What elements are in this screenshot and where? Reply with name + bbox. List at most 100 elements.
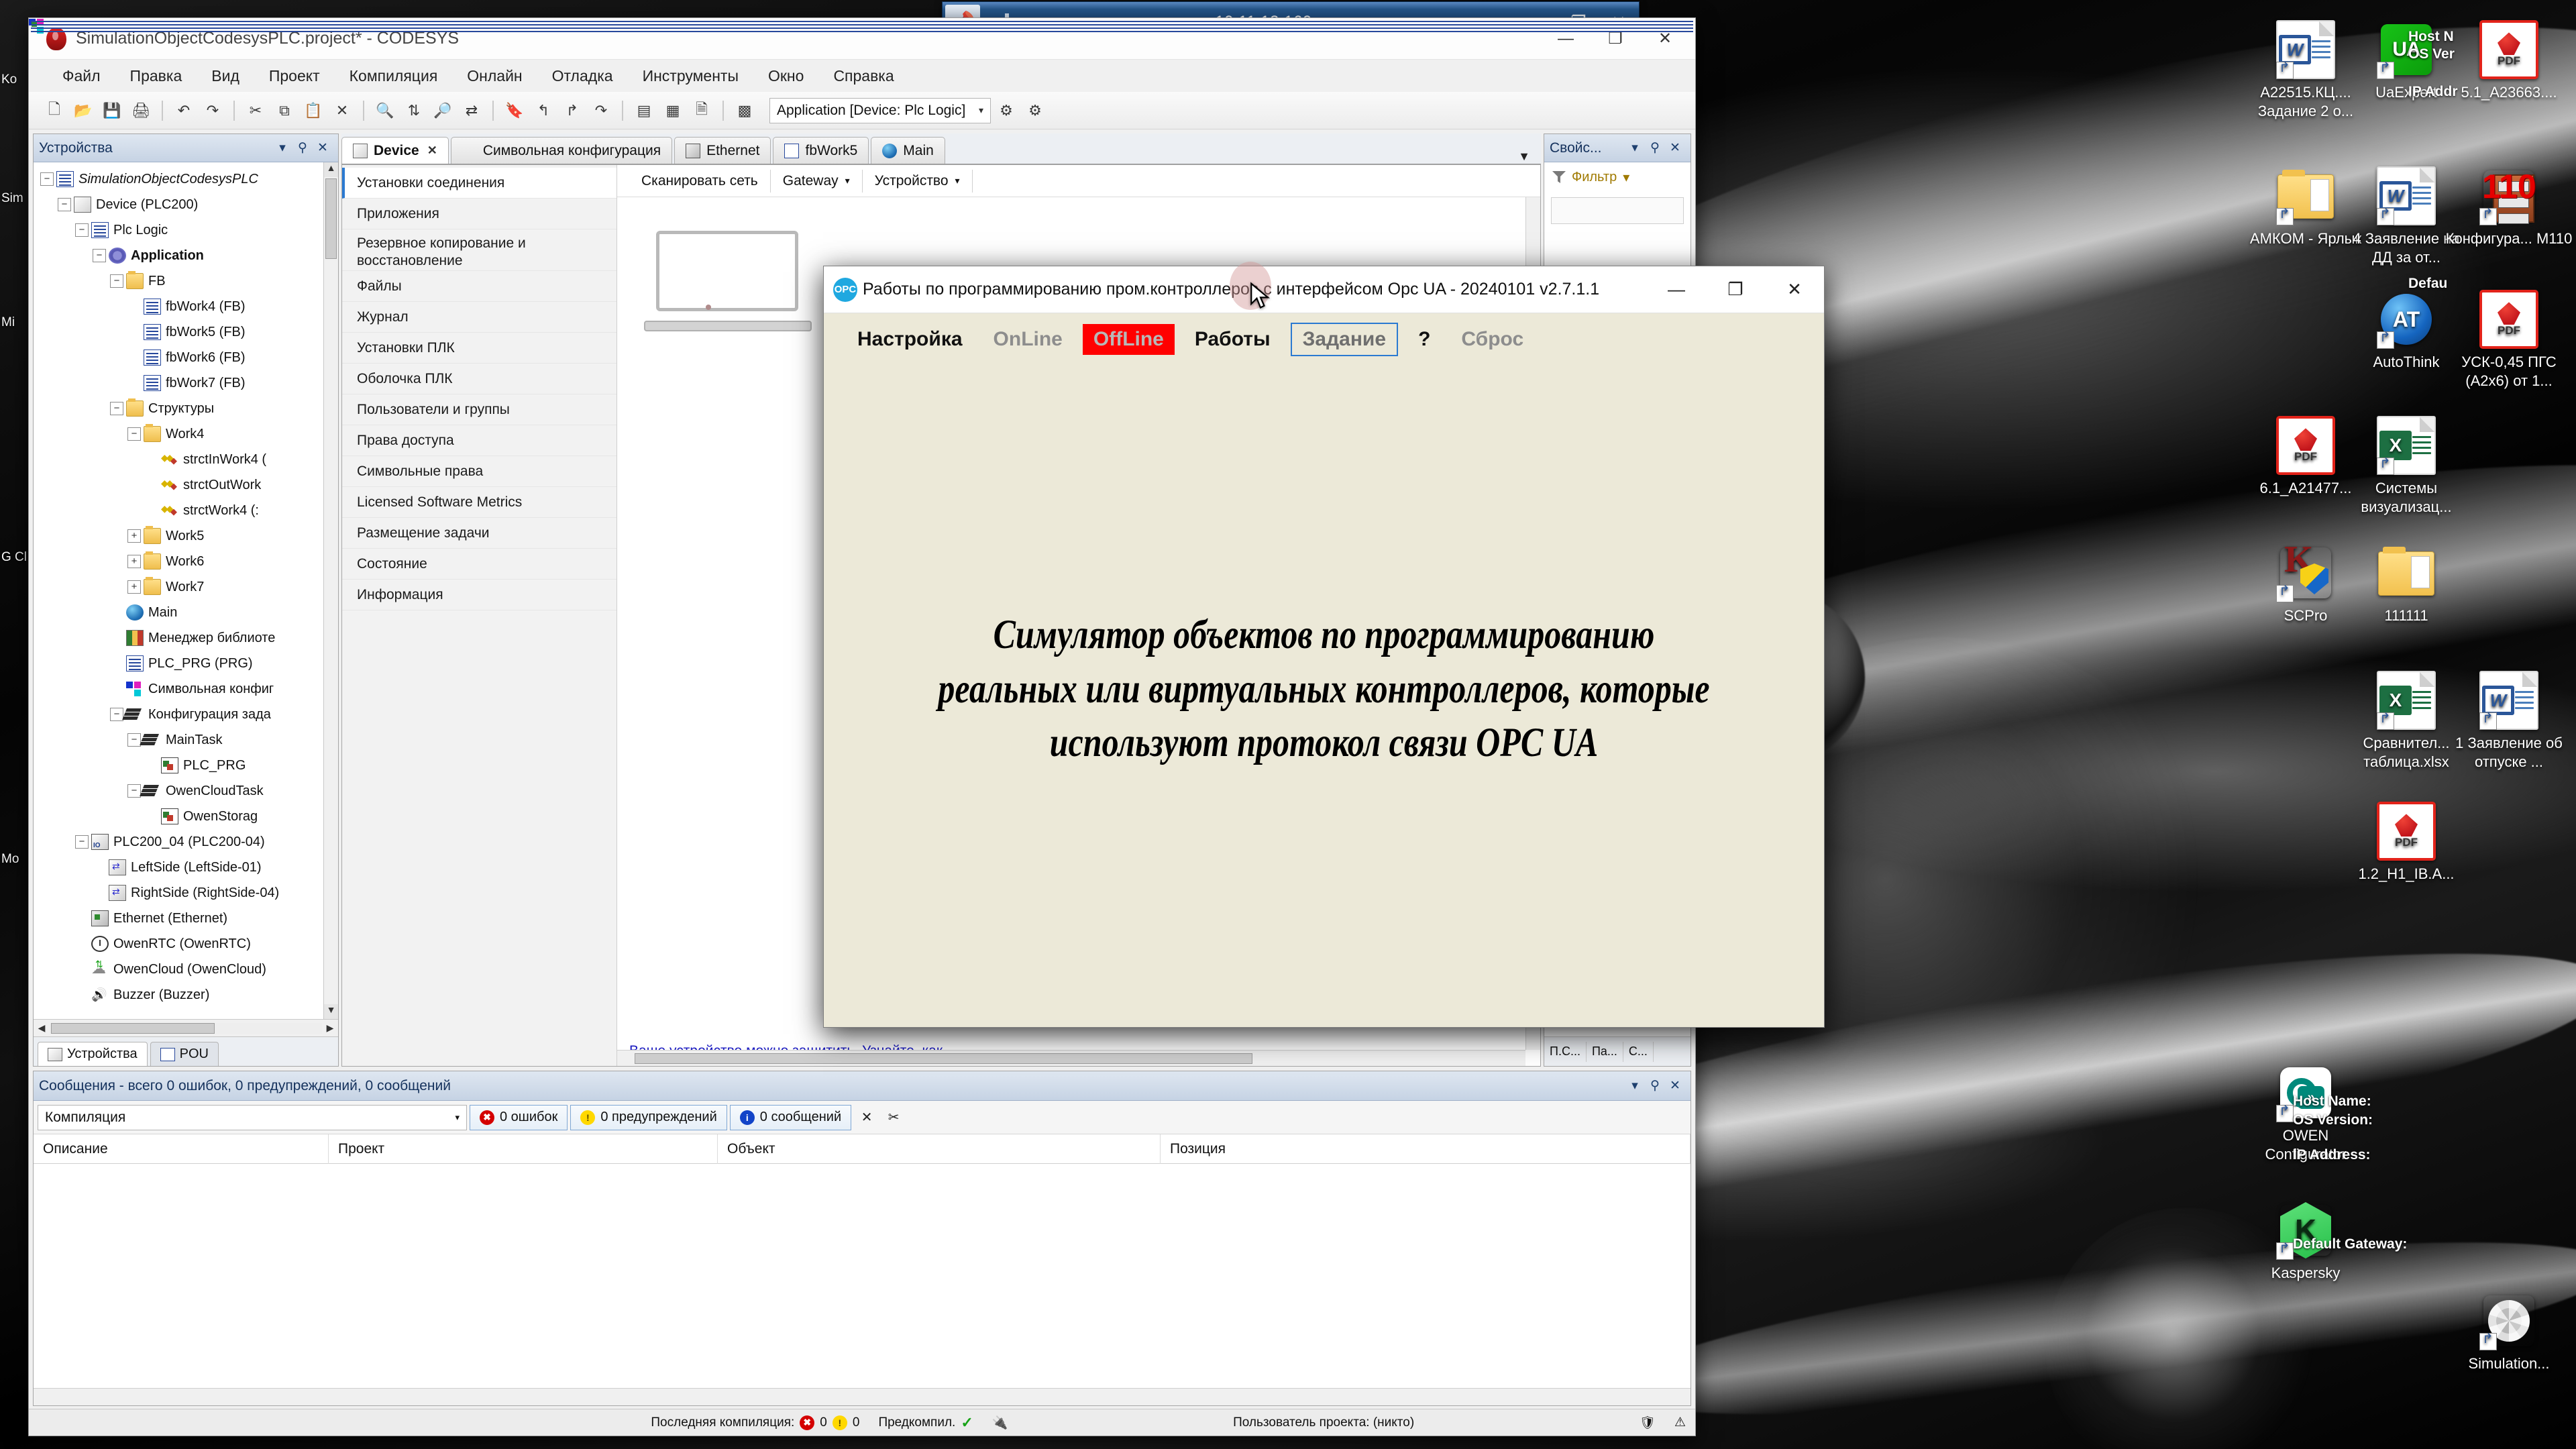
desktop-icon-word-13[interactable]: W 1 Заявление об отпуске ... bbox=[2445, 671, 2573, 771]
scroll-left-icon[interactable]: ◀ bbox=[34, 1022, 50, 1034]
messages-category-dropdown[interactable]: Компиляция ▾ bbox=[38, 1104, 467, 1130]
opc-menu-сброс[interactable]: Сброс bbox=[1450, 324, 1534, 355]
desktop-edge-icon-4[interactable]: Mo bbox=[1, 852, 19, 867]
tree-expander-icon[interactable]: − bbox=[127, 427, 141, 441]
new-file-icon[interactable]: 🗋 bbox=[41, 97, 68, 124]
settings-item-установки-соед[interactable]: Установки соединения bbox=[342, 168, 616, 199]
properties-footer-tab[interactable]: П.С... bbox=[1544, 1041, 1587, 1062]
chevron-down-icon[interactable]: ▾ bbox=[955, 175, 960, 186]
devices-tab-устройства[interactable]: Устройства bbox=[38, 1042, 148, 1066]
desktop-icon-pdf-2[interactable]: 5.1_A23663.... bbox=[2445, 20, 2573, 102]
messages-list[interactable] bbox=[34, 1164, 1690, 1388]
next-bookmark-icon[interactable]: ↱ bbox=[559, 97, 586, 124]
open-file-icon[interactable]: 📂 bbox=[70, 97, 97, 124]
codesys-restore-button[interactable]: ❐ bbox=[1591, 23, 1640, 54]
properties-grid[interactable] bbox=[1551, 197, 1684, 224]
editor-tab-main[interactable]: Main bbox=[871, 137, 945, 164]
messages-chip-info[interactable]: i 0 сообщений bbox=[729, 1104, 852, 1130]
properties-filter-row[interactable]: Фильтр ▾ bbox=[1544, 162, 1690, 192]
tree-item[interactable]: Main bbox=[36, 600, 338, 625]
login-icon[interactable]: ▩ bbox=[731, 97, 758, 124]
tree-expander-icon[interactable]: − bbox=[110, 402, 123, 415]
prev-bookmark-icon[interactable]: ↰ bbox=[530, 97, 557, 124]
tree-item[interactable]: PLC_PRG (PRG) bbox=[36, 651, 338, 676]
tree-item[interactable]: − Структуры bbox=[36, 396, 338, 421]
tree-expander-icon[interactable]: − bbox=[40, 172, 54, 186]
replace-icon[interactable]: ⇄ bbox=[458, 97, 485, 124]
tree-item[interactable]: fbWork7 (FB) bbox=[36, 370, 338, 396]
tree-item[interactable]: OwenCloud (OwenCloud) bbox=[36, 957, 338, 982]
tree-item[interactable]: Buzzer (Buzzer) bbox=[36, 982, 338, 1008]
opc-menu-работы[interactable]: Работы bbox=[1184, 324, 1281, 355]
desktop-edge-icon-0[interactable]: Ko bbox=[1, 72, 17, 87]
tree-item[interactable]: − Plc Logic bbox=[36, 217, 338, 243]
codesys-titlebar[interactable]: SimulationObjectCodesysPLC.project* - CO… bbox=[29, 18, 1695, 60]
desktop-icon-excel-9[interactable]: X Системы визуализац... bbox=[2343, 416, 2470, 517]
clear-messages-icon[interactable]: ✕ bbox=[855, 1109, 878, 1126]
tree-item[interactable]: RightSide (RightSide-04) bbox=[36, 880, 338, 906]
tree-item[interactable]: fbWork6 (FB) bbox=[36, 345, 338, 370]
devices-panel-pin-icon[interactable]: ⚲ bbox=[292, 140, 313, 156]
tree-expander-icon[interactable]: + bbox=[127, 529, 141, 543]
messages-horizontal-scrollbar[interactable] bbox=[34, 1388, 1690, 1405]
opc-close-button[interactable]: ✕ bbox=[1765, 267, 1824, 313]
tree-item[interactable]: strctWork4 (: bbox=[36, 498, 338, 523]
codesys-close-button[interactable]: ✕ bbox=[1640, 23, 1690, 54]
cut-icon[interactable]: ✂ bbox=[242, 97, 269, 124]
find-in-files-icon[interactable]: 🔎 bbox=[429, 97, 456, 124]
tree-item[interactable]: + Work7 bbox=[36, 574, 338, 600]
tree-item[interactable]: − Device (PLC200) bbox=[36, 192, 338, 217]
settings-item-информация[interactable]: Информация bbox=[342, 580, 616, 610]
menu-item-компиляция[interactable]: Компиляция bbox=[335, 60, 453, 92]
messages-chip-err[interactable]: ✖ 0 ошибок bbox=[470, 1104, 568, 1130]
application-selector-dropdown[interactable]: Application [Device: Plc Logic] ▾ bbox=[769, 97, 991, 123]
desktop-icon-pdf-14[interactable]: 1.2_H1_IB.A... bbox=[2343, 802, 2470, 883]
editor-tool-gateway[interactable]: Gateway ▾ bbox=[771, 169, 863, 193]
bookmark-icon[interactable]: 🔖 bbox=[501, 97, 528, 124]
opc-menu-настройка[interactable]: Настройка bbox=[847, 324, 973, 355]
menu-item-онлайн[interactable]: Онлайн bbox=[452, 60, 537, 92]
desktop-icon-m110-5[interactable]: 110 Конфигура... М110 bbox=[2445, 166, 2573, 248]
tree-expander-icon[interactable]: − bbox=[110, 708, 123, 721]
tree-expander-icon[interactable]: − bbox=[75, 223, 89, 237]
filter-chevron-down-icon[interactable]: ▾ bbox=[1623, 169, 1629, 186]
tree-item[interactable]: PLC_PRG bbox=[36, 753, 338, 778]
editor-tab-символьная-конфигурация[interactable]: Символьная конфигурация bbox=[450, 137, 673, 164]
plc-connection-icon[interactable]: 🔌 bbox=[983, 1409, 1018, 1436]
online-logout-icon[interactable]: ⚙ bbox=[1022, 97, 1049, 124]
sort-az-icon[interactable]: ⇅ bbox=[400, 97, 427, 124]
settings-item-пользователи-и[interactable]: Пользователи и группы bbox=[342, 394, 616, 425]
editor-tool-сканировать-сеть[interactable]: Сканировать сеть bbox=[629, 169, 771, 193]
opc-restore-button[interactable]: ❐ bbox=[1706, 267, 1765, 313]
opc-minimize-button[interactable]: — bbox=[1647, 267, 1706, 313]
properties-footer-tab[interactable]: Па... bbox=[1587, 1041, 1623, 1062]
opc-menu-задание[interactable]: Задание bbox=[1290, 323, 1399, 356]
redo-icon[interactable]: ↷ bbox=[199, 97, 226, 124]
desktop-edge-icon-1[interactable]: Sim bbox=[1, 191, 23, 206]
tree-item[interactable]: + Work5 bbox=[36, 523, 338, 549]
editor-tab-ethernet[interactable]: Ethernet bbox=[674, 137, 771, 164]
tree-expander-icon[interactable]: − bbox=[127, 784, 141, 798]
messages-panel-pin-icon[interactable]: ⚲ bbox=[1645, 1078, 1665, 1093]
devices-panel-close-icon[interactable]: ✕ bbox=[313, 140, 333, 156]
settings-item-размещение-зад[interactable]: Размещение задачи bbox=[342, 518, 616, 549]
scroll-right-icon[interactable]: ▶ bbox=[322, 1022, 338, 1034]
settings-item-установки-плк[interactable]: Установки ПЛК bbox=[342, 333, 616, 364]
editor-horizontal-scrollbar[interactable] bbox=[617, 1050, 1525, 1066]
messages-panel-dropdown-icon[interactable]: ▾ bbox=[1625, 1078, 1645, 1093]
clear-bookmarks-icon[interactable]: ↷ bbox=[588, 97, 614, 124]
tree-item[interactable]: − OwenCloudTask bbox=[36, 778, 338, 804]
hscroll-track[interactable] bbox=[50, 1022, 322, 1034]
scroll-thumb[interactable] bbox=[325, 178, 337, 259]
messages-panel-close-icon[interactable]: ✕ bbox=[1665, 1078, 1685, 1093]
tree-item[interactable]: OwenStorag bbox=[36, 804, 338, 829]
settings-item-символьные-пра[interactable]: Символьные права bbox=[342, 456, 616, 487]
tree-item[interactable]: − SimulationObjectCodesysPLC bbox=[36, 166, 338, 192]
tree-item[interactable]: − Application bbox=[36, 243, 338, 268]
opc-menu-offline[interactable]: OffLine bbox=[1082, 324, 1175, 355]
messages-chip-warn[interactable]: ! 0 предупреждений bbox=[570, 1104, 727, 1130]
find-icon[interactable]: 🔍 bbox=[372, 97, 398, 124]
settings-item-файлы[interactable]: Файлы bbox=[342, 271, 616, 302]
filter-messages-icon[interactable]: ✂ bbox=[882, 1109, 905, 1126]
desktop-icon-sim-17[interactable]: Simulation... bbox=[2445, 1291, 2573, 1373]
